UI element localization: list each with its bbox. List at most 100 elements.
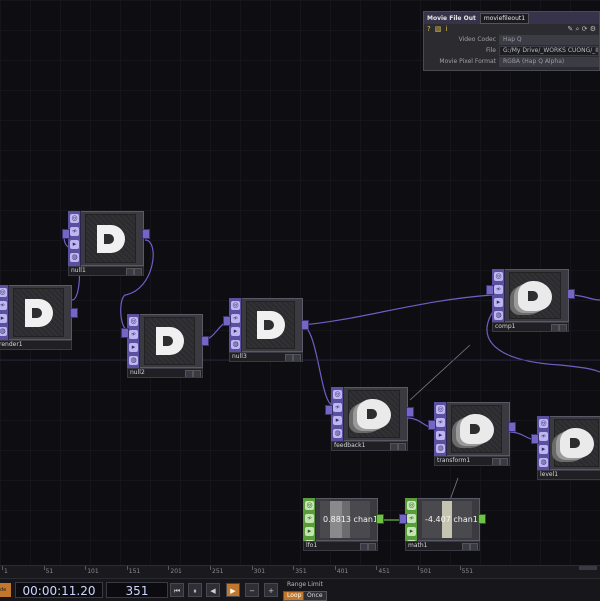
math1-output-port[interactable]: [478, 514, 486, 524]
null3-label[interactable]: null3: [229, 352, 303, 362]
null3-clone-toggle[interactable]: [293, 354, 301, 361]
lfo1-output-port[interactable]: [376, 514, 384, 524]
math1-display-icon[interactable]: ▸: [407, 527, 416, 536]
node-null2[interactable]: ◎ ≁ ▸ ◍ null2: [121, 314, 209, 378]
transform1-render-icon[interactable]: ◍: [436, 444, 445, 453]
node-lfo1[interactable]: ◎ ≁ ▸ ◍ 0.8813 chan1 lfo1: [303, 498, 384, 551]
null3-display-icon[interactable]: ▸: [231, 327, 240, 336]
comp1-label[interactable]: comp1: [492, 322, 569, 332]
lfo1-clone-toggle[interactable]: [368, 543, 376, 550]
panel-options-icons[interactable]: ✎ ⌕ ⟳ ⚙: [567, 25, 596, 34]
render1-render-icon[interactable]: ◍: [0, 327, 7, 336]
node-null3[interactable]: ◎ ≁ ▸ ◍ null3: [223, 298, 309, 362]
step-back-button[interactable]: −: [245, 583, 259, 597]
math1-clone-toggle[interactable]: [470, 543, 478, 550]
operator-name-field[interactable]: moviefileout1: [479, 12, 530, 24]
feedback1-label[interactable]: feedback1: [331, 441, 408, 451]
node-null1[interactable]: ◎ ≁ ▸ ◍ null1: [62, 211, 150, 276]
comp1-flag-strip[interactable]: ◎ ≁ ▸ ◍: [492, 269, 505, 322]
null2-clone-toggle[interactable]: [193, 370, 201, 377]
level1-bypass-icon[interactable]: ◎: [539, 419, 548, 428]
null3-render-icon[interactable]: ◍: [231, 340, 240, 349]
math1-input-port[interactable]: [399, 514, 407, 524]
pixel-format-menu[interactable]: RGBA (Hap Q Alpha): [499, 56, 599, 67]
null2-output-port[interactable]: [201, 336, 209, 346]
time-mode-button[interactable]: de: [0, 583, 11, 597]
comp1-viewer-toggle[interactable]: [551, 324, 559, 331]
math1-bypass-icon[interactable]: ◎: [407, 501, 416, 510]
null3-output-port[interactable]: [301, 320, 309, 330]
timeline-ruler[interactable]: 1 51 101 151 201 251 301 351 401 451 501 551: [0, 565, 600, 578]
level1-lock-icon[interactable]: ≁: [539, 432, 548, 441]
ruler-scroll-handle[interactable]: [579, 566, 597, 570]
lfo1-label[interactable]: lfo1: [303, 541, 378, 551]
null1-output-port[interactable]: [142, 229, 150, 239]
comp1-lock-icon[interactable]: ≁: [494, 285, 503, 294]
null2-lock-icon[interactable]: ≁: [129, 330, 138, 339]
step-forward-button[interactable]: +: [264, 583, 278, 597]
transform1-label[interactable]: transform1: [434, 456, 510, 466]
feedback1-output-port[interactable]: [406, 407, 414, 417]
level1-input-port[interactable]: [531, 434, 539, 444]
node-transform1[interactable]: ◎ ≁ ▸ ◍ transform1: [428, 402, 516, 466]
feedback1-viewer-toggle[interactable]: [390, 443, 398, 450]
null2-input-port[interactable]: [121, 328, 129, 338]
file-path-field[interactable]: G:/My Drive/_WORKS CUONG/_INTERN: [499, 45, 599, 56]
null2-display-icon[interactable]: ▸: [129, 343, 138, 352]
feedback1-render-icon[interactable]: ◍: [333, 429, 342, 438]
info-icon[interactable]: i: [445, 25, 447, 33]
render1-flag-strip[interactable]: ◎ ≁ ▸ ◍: [0, 285, 9, 340]
help-icon[interactable]: ?: [427, 25, 431, 33]
node-math1[interactable]: ◎ ≁ ▸ ◍ -4.407 chan1 math1: [399, 498, 486, 551]
node-feedback1[interactable]: ◎ ≁ ▸ ◍ feedback1: [325, 387, 414, 451]
network-editor[interactable]: ◎ ≁ ▸ ◍ render1 ◎ ≁ ▸ ◍ null1 ◎ ≁ ▸ ◍ nu…: [0, 0, 600, 565]
feedback1-bypass-icon[interactable]: ◎: [333, 390, 342, 399]
lfo1-flag-strip[interactable]: ◎ ≁ ▸ ◍: [303, 498, 316, 549]
feedback1-input-port[interactable]: [325, 405, 333, 415]
lfo1-lock-icon[interactable]: ≁: [305, 514, 314, 523]
null1-render-icon[interactable]: ◍: [70, 253, 79, 262]
transform1-display-icon[interactable]: ▸: [436, 431, 445, 440]
comp1-clone-toggle[interactable]: [559, 324, 567, 331]
python-icon[interactable]: ▧: [435, 25, 442, 33]
math1-viewer-toggle[interactable]: [462, 543, 470, 550]
transform1-bypass-icon[interactable]: ◎: [436, 405, 445, 414]
lfo1-bypass-icon[interactable]: ◎: [305, 501, 314, 510]
null2-bypass-icon[interactable]: ◎: [129, 317, 138, 326]
null3-lock-icon[interactable]: ≁: [231, 314, 240, 323]
comp1-input-port[interactable]: [486, 285, 494, 295]
node-comp1[interactable]: ◎ ≁ ▸ ◍ comp1: [486, 269, 575, 332]
level1-render-icon[interactable]: ◍: [539, 458, 548, 467]
null1-clone-toggle[interactable]: [134, 268, 142, 275]
transform1-clone-toggle[interactable]: [500, 458, 508, 465]
frame-field[interactable]: 351: [106, 582, 168, 598]
render1-lock-icon[interactable]: ≁: [0, 301, 7, 310]
comp1-render-icon[interactable]: ◍: [494, 311, 503, 320]
lfo1-display-icon[interactable]: ▸: [305, 527, 314, 536]
render1-label[interactable]: render1: [0, 340, 72, 350]
null3-bypass-icon[interactable]: ◎: [231, 301, 240, 310]
pause-button[interactable]: ⏸: [188, 583, 202, 597]
transform1-output-port[interactable]: [508, 422, 516, 432]
rewind-button[interactable]: ⏮: [170, 583, 184, 597]
null1-lock-icon[interactable]: ≁: [70, 227, 79, 236]
render1-display-icon[interactable]: ▸: [0, 314, 7, 323]
feedback1-lock-icon[interactable]: ≁: [333, 403, 342, 412]
render1-bypass-icon[interactable]: ◎: [0, 288, 7, 297]
parameter-panel[interactable]: Movie File Out moviefileout1 ? ▧ i ✎ ⌕ ⟳…: [423, 11, 600, 71]
transform1-input-port[interactable]: [428, 420, 436, 430]
render1-output-port[interactable]: [70, 308, 78, 318]
null1-display-icon[interactable]: ▸: [70, 240, 79, 249]
node-render1[interactable]: ◎ ≁ ▸ ◍ render1: [0, 285, 78, 350]
math1-lock-icon[interactable]: ≁: [407, 514, 416, 523]
feedback1-clone-toggle[interactable]: [398, 443, 406, 450]
comp1-bypass-icon[interactable]: ◎: [494, 272, 503, 281]
null1-label[interactable]: null1: [68, 266, 144, 276]
null2-label[interactable]: null2: [127, 368, 203, 378]
null1-viewer-toggle[interactable]: [126, 268, 134, 275]
math1-label[interactable]: math1: [405, 541, 480, 551]
comp1-output-port[interactable]: [567, 289, 575, 299]
node-level1[interactable]: ◎ ≁ ▸ ◍ level1: [531, 416, 600, 480]
transform1-viewer-toggle[interactable]: [492, 458, 500, 465]
null2-viewer-toggle[interactable]: [185, 370, 193, 377]
